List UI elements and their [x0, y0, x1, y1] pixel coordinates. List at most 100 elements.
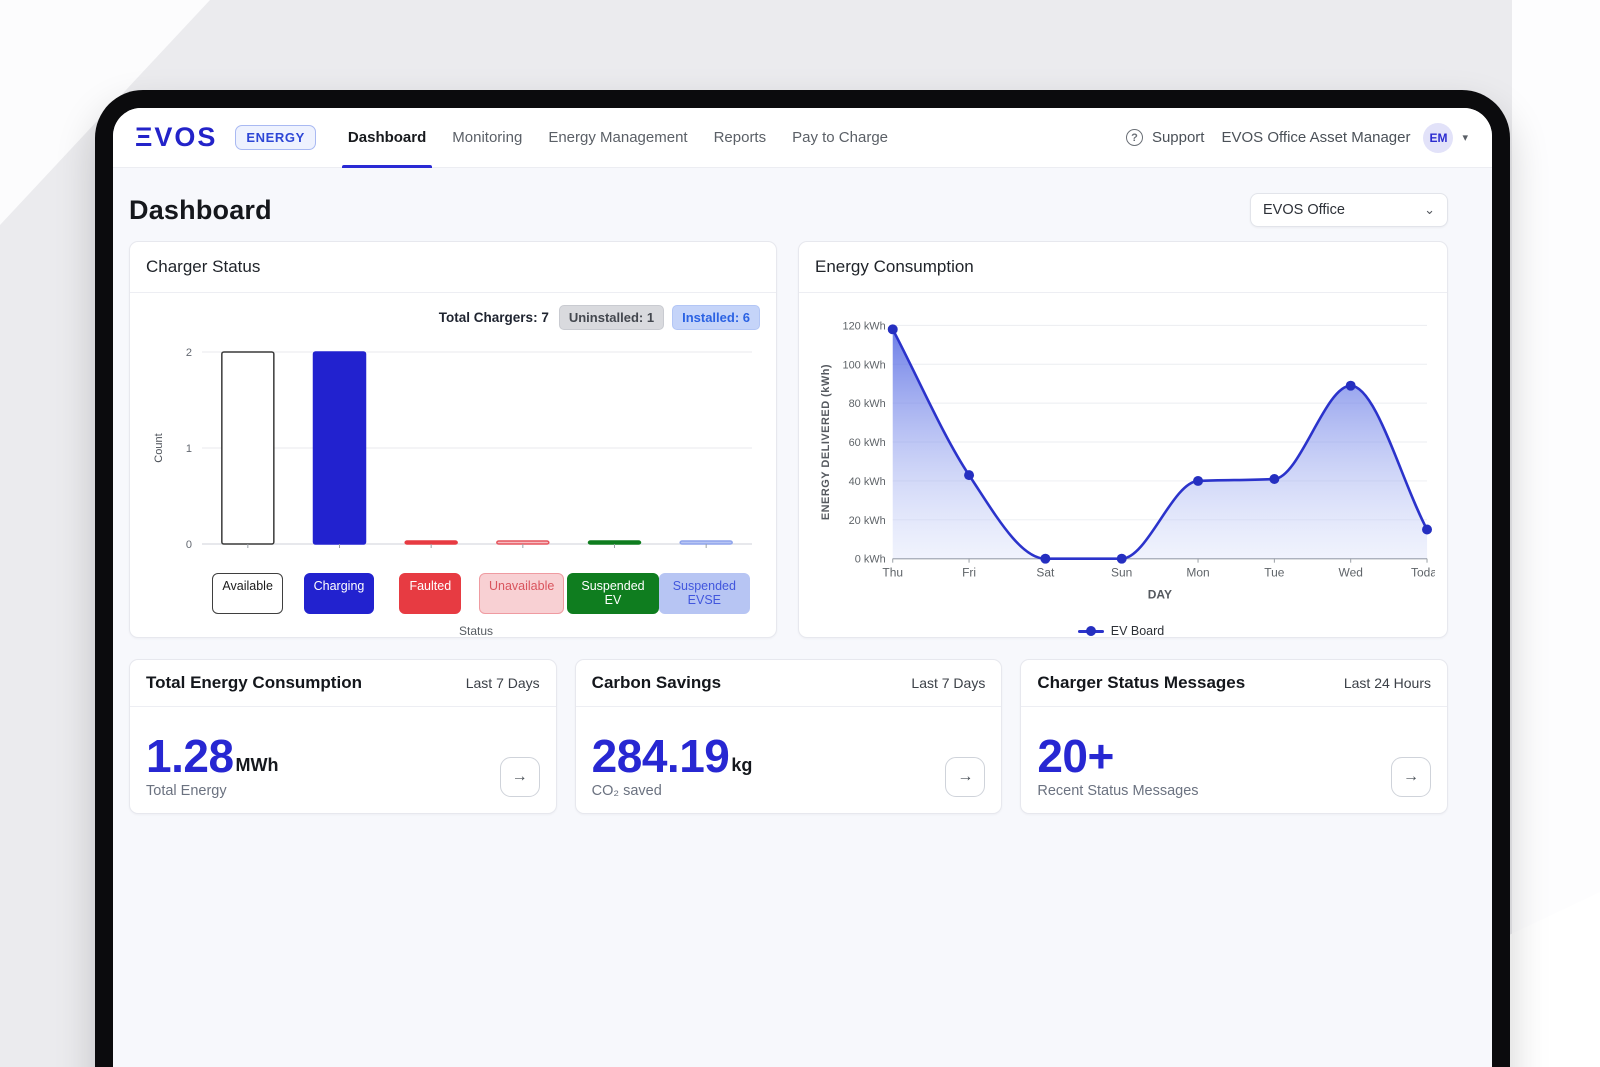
status-label-unavailable: Unavailable — [479, 573, 564, 614]
nav-tab-pay-to-charge[interactable]: Pay to Charge — [792, 108, 888, 168]
main-nav: Dashboard Monitoring Energy Management R… — [348, 108, 888, 168]
stat-value-block: 1.28 MWh Total Energy — [146, 733, 279, 799]
svg-text:20 kWh: 20 kWh — [849, 515, 886, 527]
stat-card-header: Charger Status Messages Last 24 Hours — [1021, 660, 1447, 707]
stat-card-title: Carbon Savings — [592, 673, 721, 693]
total-energy-unit: MWh — [236, 755, 279, 776]
status-label-charging: Charging — [304, 573, 375, 614]
site-selector-dropdown[interactable]: EVOS Office ⌄ — [1250, 193, 1448, 227]
charger-status-card: Charger Status Total Chargers: 7 Uninsta… — [129, 241, 777, 638]
total-energy-value: 1.28 — [146, 733, 234, 779]
svg-text:Count: Count — [153, 433, 165, 462]
nav-tab-reports[interactable]: Reports — [714, 108, 767, 168]
navbar-left: ΞVOS ENERGY Dashboard Monitoring Energy … — [135, 108, 888, 167]
evos-logo: ΞVOS — [135, 124, 217, 151]
svg-text:ENERGY DELIVERED (kWh): ENERGY DELIVERED (kWh) — [820, 364, 832, 520]
charger-count-badges: Total Chargers: 7 Uninstalled: 1 Install… — [146, 305, 760, 330]
navbar-right: ? Support EVOS Office Asset Manager EM ▾ — [1126, 108, 1468, 167]
ev-board-legend-marker-icon — [1078, 626, 1104, 636]
total-energy-arrow-button[interactable]: → — [500, 757, 540, 797]
energy-consumption-card-title: Energy Consumption — [815, 257, 974, 277]
installed-badge: Installed: 6 — [672, 305, 760, 330]
charger-status-card-title: Charger Status — [146, 257, 260, 277]
nav-tab-dashboard[interactable]: Dashboard — [348, 108, 426, 168]
stat-value-block: 20+ Recent Status Messages — [1037, 733, 1198, 799]
legend-label: EV Board — [1111, 624, 1165, 638]
stat-card-title: Charger Status Messages — [1037, 673, 1245, 693]
svg-text:Today: Today — [1411, 566, 1435, 580]
carbon-savings-card: Carbon Savings Last 7 Days 284.19 kg CO₂… — [575, 659, 1003, 814]
chart-legend: EV Board — [807, 624, 1435, 638]
status-messages-arrow-button[interactable]: → — [1391, 757, 1431, 797]
svg-text:Mon: Mon — [1186, 566, 1209, 580]
carbon-savings-unit: kg — [731, 755, 752, 776]
status-label-suspended-evse: Suspended EVSE — [659, 573, 750, 614]
nav-tab-energy-management[interactable]: Energy Management — [548, 108, 687, 168]
stat-card-period: Last 7 Days — [466, 675, 540, 691]
charger-status-bar-chart: 0 1 2 Count — [146, 330, 760, 571]
svg-text:Fri: Fri — [962, 566, 976, 580]
svg-text:Wed: Wed — [1339, 566, 1363, 580]
stat-card-body: 284.19 kg CO₂ saved → — [576, 707, 1002, 813]
stat-caption: Total Energy — [146, 783, 279, 799]
stat-card-title: Total Energy Consumption — [146, 673, 362, 693]
svg-text:80 kWh: 80 kWh — [849, 398, 886, 410]
svg-text:40 kWh: 40 kWh — [849, 476, 886, 488]
status-label-available: Available — [212, 573, 283, 614]
charts-row: Charger Status Total Chargers: 7 Uninsta… — [129, 241, 1448, 638]
site-selector-value: EVOS Office — [1263, 202, 1345, 218]
heading-row: Dashboard EVOS Office ⌄ — [129, 168, 1448, 241]
account-name: EVOS Office Asset Manager — [1221, 129, 1410, 146]
stat-card-body: 20+ Recent Status Messages → — [1021, 707, 1447, 813]
nav-tab-monitoring[interactable]: Monitoring — [452, 108, 522, 168]
page-title: Dashboard — [129, 195, 272, 226]
status-category-labels: AvailableChargingFaultedUnavailableSuspe… — [202, 573, 750, 614]
stat-cards-row: Total Energy Consumption Last 7 Days 1.2… — [129, 659, 1448, 814]
stat-card-header: Carbon Savings Last 7 Days — [576, 660, 1002, 707]
svg-text:Tue: Tue — [1264, 566, 1285, 580]
user-avatar[interactable]: EM — [1423, 123, 1453, 153]
svg-text:2: 2 — [186, 347, 192, 359]
help-icon[interactable]: ? — [1126, 129, 1143, 146]
svg-text:60 kWh: 60 kWh — [849, 437, 886, 449]
stat-caption: CO₂ saved — [592, 783, 753, 799]
uninstalled-badge: Uninstalled: 1 — [559, 305, 664, 330]
total-energy-consumption-card: Total Energy Consumption Last 7 Days 1.2… — [129, 659, 557, 814]
charger-status-messages-card: Charger Status Messages Last 24 Hours 20… — [1020, 659, 1448, 814]
charger-status-card-body: Total Chargers: 7 Uninstalled: 1 Install… — [130, 293, 776, 638]
top-navbar: ΞVOS ENERGY Dashboard Monitoring Energy … — [113, 108, 1492, 168]
energy-consumption-area-chart: 0 kWh 20 kWh 40 kWh 60 kWh 80 kWh 100 kWh 120 … — [807, 305, 1435, 622]
bar-chart-x-axis-title: Status — [146, 624, 760, 638]
svg-text:Sun: Sun — [1111, 566, 1132, 580]
chevron-down-icon: ⌄ — [1424, 202, 1435, 218]
svg-text:DAY: DAY — [1148, 588, 1172, 602]
energy-badge: ENERGY — [235, 125, 316, 150]
energy-consumption-card-header: Energy Consumption — [799, 242, 1447, 293]
svg-text:Thu: Thu — [882, 566, 903, 580]
app-screen: ΞVOS ENERGY Dashboard Monitoring Energy … — [113, 108, 1492, 1067]
stat-card-body: 1.28 MWh Total Energy → — [130, 707, 556, 813]
energy-consumption-card: Energy Consumption 0 kWh 20 kWh 40 kWh 60 k… — [798, 241, 1448, 638]
stat-card-header: Total Energy Consumption Last 7 Days — [130, 660, 556, 707]
svg-text:1: 1 — [186, 443, 192, 455]
carbon-savings-value: 284.19 — [592, 733, 730, 779]
stat-card-period: Last 7 Days — [911, 675, 985, 691]
svg-text:0 kWh: 0 kWh — [855, 554, 886, 566]
svg-text:0: 0 — [186, 539, 192, 551]
charger-status-card-header: Charger Status — [130, 242, 776, 293]
total-chargers-label: Total Chargers: 7 — [439, 310, 549, 325]
status-label-faulted: Faulted — [399, 573, 461, 614]
stat-card-period: Last 24 Hours — [1344, 675, 1431, 691]
stat-value-block: 284.19 kg CO₂ saved — [592, 733, 753, 799]
status-label-suspended-ev: Suspended EV — [567, 573, 658, 614]
carbon-savings-arrow-button[interactable]: → — [945, 757, 985, 797]
svg-text:100 kWh: 100 kWh — [843, 359, 886, 371]
svg-text:120 kWh: 120 kWh — [843, 320, 886, 332]
support-link[interactable]: Support — [1152, 129, 1205, 146]
dashboard-content: Dashboard EVOS Office ⌄ Charger Status T… — [113, 168, 1492, 814]
status-messages-value: 20+ — [1037, 733, 1114, 779]
energy-consumption-card-body: 0 kWh 20 kWh 40 kWh 60 kWh 80 kWh 100 kWh 120 … — [799, 293, 1447, 638]
stat-caption: Recent Status Messages — [1037, 783, 1198, 799]
chevron-down-icon[interactable]: ▾ — [1462, 131, 1468, 144]
svg-text:Sat: Sat — [1036, 566, 1055, 580]
